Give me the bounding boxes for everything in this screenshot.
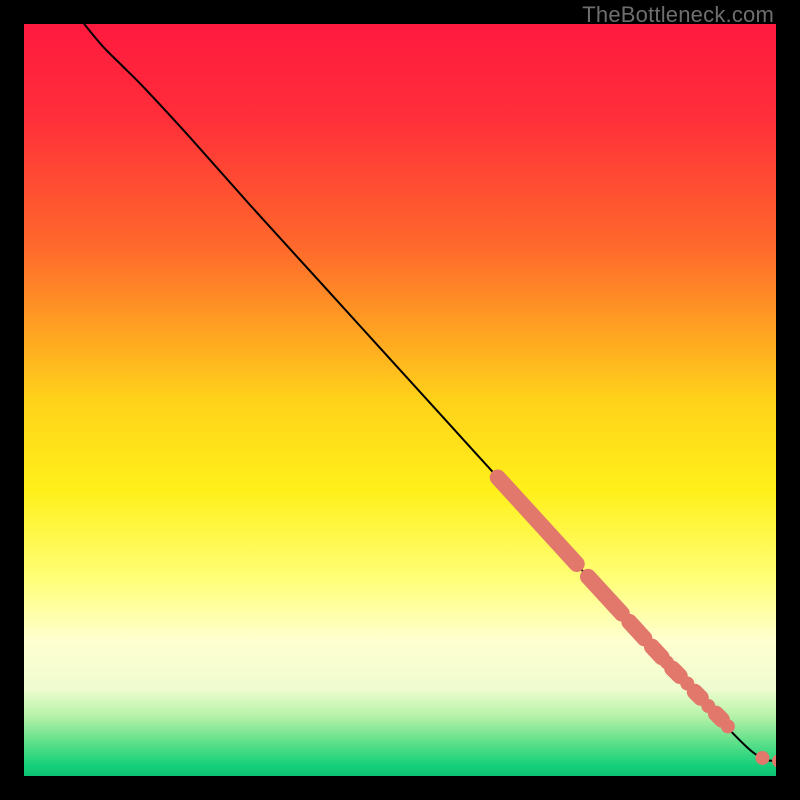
chart-frame — [24, 24, 776, 776]
bottleneck-chart — [24, 24, 776, 776]
data-point — [721, 719, 735, 733]
data-point — [660, 655, 674, 669]
cluster-segment — [652, 647, 662, 658]
data-point — [680, 677, 694, 691]
cluster-segment — [672, 668, 680, 676]
data-point — [701, 699, 715, 713]
cluster-segment — [629, 622, 644, 639]
cluster-segment — [716, 714, 722, 720]
cluster-segment — [695, 692, 701, 698]
data-point — [755, 751, 769, 765]
